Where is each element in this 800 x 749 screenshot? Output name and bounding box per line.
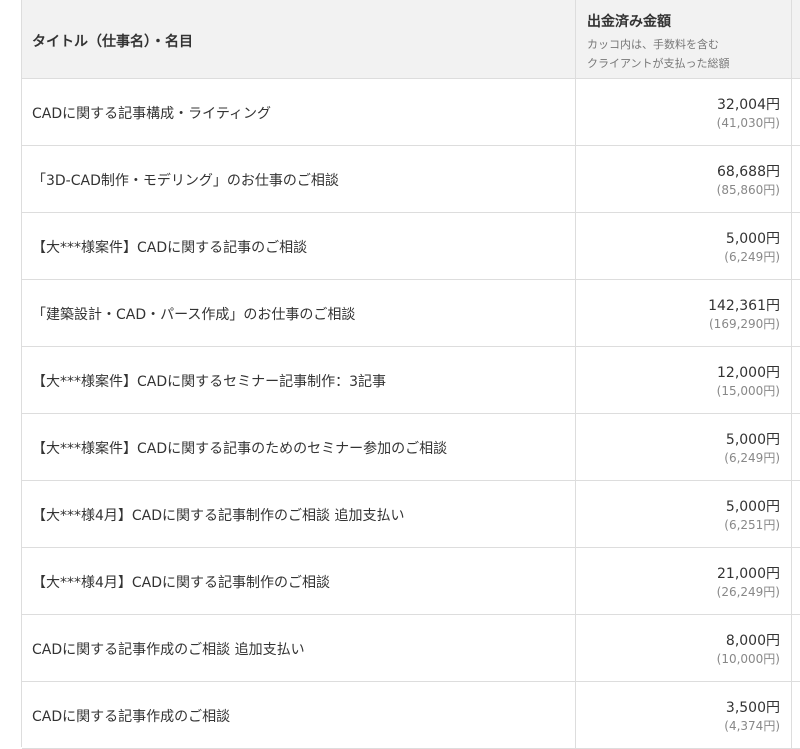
row-amount-cell: 142,361円 (169,290円): [576, 280, 792, 346]
row-total: (41,030円): [716, 116, 780, 130]
row-title[interactable]: 「建築設計・CAD・パース作成」のお仕事のご相談: [32, 304, 355, 324]
row-total: (6,249円): [724, 451, 780, 465]
row-amount-cell: 5,000円 (6,251円): [576, 481, 792, 547]
table-row: 【大***様4月】CADに関する記事制作のご相談 追加支払い 5,000円 (6,…: [22, 481, 800, 548]
row-title[interactable]: CADに関する記事作成のご相談: [32, 706, 230, 726]
row-total: (26,249円): [716, 585, 780, 599]
row-amount-cell: 5,000円 (6,249円): [576, 414, 792, 480]
row-total: (169,290円): [709, 317, 780, 331]
row-title[interactable]: 【大***様案件】CADに関するセミナー記事制作：3記事: [32, 371, 386, 391]
table-row: 【大***様4月】CADに関する記事制作のご相談 21,000円 (26,249円…: [22, 548, 800, 615]
row-title-cell: 【大***様案件】CADに関する記事のためのセミナー参加のご相談: [22, 414, 576, 480]
row-amount-cell: 5,000円 (6,249円): [576, 213, 792, 279]
row-title[interactable]: 【大***様4月】CADに関する記事制作のご相談 追加支払い: [32, 505, 405, 525]
row-total: (85,860円): [716, 183, 780, 197]
row-total: (10,000円): [716, 652, 780, 666]
row-amount-cell: 68,688円 (85,860円): [576, 146, 792, 212]
table-row: 【大***様案件】CADに関する記事のご相談 5,000円 (6,249円): [22, 213, 800, 280]
row-amount: 142,361円: [708, 298, 780, 314]
row-title[interactable]: CADに関する記事構成・ライティング: [32, 103, 271, 123]
table-row: 「3D-CAD制作・モデリング」のお仕事のご相談 68,688円 (85,860円…: [22, 146, 800, 213]
row-amount: 12,000円: [717, 365, 780, 381]
row-amount-cell: 8,000円 (10,000円): [576, 615, 792, 681]
row-title-cell: 【大***様4月】CADに関する記事制作のご相談 追加支払い: [22, 481, 576, 547]
table-row: CADに関する記事作成のご相談 追加支払い 8,000円 (10,000円): [22, 615, 800, 682]
header-amount-note: カッコ内は、手数料を含む: [587, 38, 719, 51]
row-title-cell: 【大***様4月】CADに関する記事制作のご相談: [22, 548, 576, 614]
header-amount-column: 出金済み金額 カッコ内は、手数料を含む クライアントが支払った総額: [576, 0, 792, 78]
row-amount: 21,000円: [717, 566, 780, 582]
row-title-cell: CADに関する記事作成のご相談: [22, 682, 576, 748]
row-title-cell: 【大***様案件】CADに関するセミナー記事制作：3記事: [22, 347, 576, 413]
row-amount: 5,000円: [725, 499, 780, 515]
row-total: (4,374円): [724, 719, 780, 733]
row-amount: 3,500円: [725, 700, 780, 716]
row-amount-cell: 32,004円 (41,030円): [576, 79, 792, 145]
header-title-column: タイトル（仕事名）・名目: [22, 0, 576, 78]
table-body: CADに関する記事構成・ライティング 32,004円 (41,030円) 「3D-…: [22, 79, 800, 749]
row-total: (15,000円): [716, 384, 780, 398]
row-title-cell: 【大***様案件】CADに関する記事のご相談: [22, 213, 576, 279]
row-title[interactable]: 【大***様案件】CADに関する記事のためのセミナー参加のご相談: [32, 438, 447, 458]
table-row: CADに関する記事作成のご相談 3,500円 (4,374円): [22, 682, 800, 749]
header-title-label: タイトル（仕事名）・名目: [32, 34, 193, 50]
row-title[interactable]: 【大***様4月】CADに関する記事制作のご相談: [32, 572, 330, 592]
table-row: CADに関する記事構成・ライティング 32,004円 (41,030円): [22, 79, 800, 146]
row-amount: 68,688円: [717, 164, 780, 180]
row-title-cell: 「建築設計・CAD・パース作成」のお仕事のご相談: [22, 280, 576, 346]
table-row: 「建築設計・CAD・パース作成」のお仕事のご相談 142,361円 (169,29…: [22, 280, 800, 347]
row-title-cell: CADに関する記事作成のご相談 追加支払い: [22, 615, 576, 681]
payments-table: タイトル（仕事名）・名目 出金済み金額 カッコ内は、手数料を含む クライアントが…: [21, 0, 800, 749]
row-amount: 5,000円: [725, 432, 780, 448]
row-amount: 5,000円: [725, 231, 780, 247]
row-total: (6,251円): [724, 518, 780, 532]
row-amount: 32,004円: [717, 97, 780, 113]
row-title-cell: 「3D-CAD制作・モデリング」のお仕事のご相談: [22, 146, 576, 212]
table-header: タイトル（仕事名）・名目 出金済み金額 カッコ内は、手数料を含む クライアントが…: [22, 0, 800, 79]
table-row: 【大***様案件】CADに関するセミナー記事制作：3記事 12,000円 (15,…: [22, 347, 800, 414]
table-row: 【大***様案件】CADに関する記事のためのセミナー参加のご相談 5,000円 (…: [22, 414, 800, 481]
row-amount-cell: 3,500円 (4,374円): [576, 682, 792, 748]
row-title-cell: CADに関する記事構成・ライティング: [22, 79, 576, 145]
row-amount-cell: 12,000円 (15,000円): [576, 347, 792, 413]
row-total: (6,249円): [724, 250, 780, 264]
row-amount-cell: 21,000円 (26,249円): [576, 548, 792, 614]
header-amount-note: クライアントが支払った総額: [587, 57, 730, 70]
row-title[interactable]: 「3D-CAD制作・モデリング」のお仕事のご相談: [32, 170, 339, 190]
row-title[interactable]: CADに関する記事作成のご相談 追加支払い: [32, 639, 305, 659]
row-amount: 8,000円: [725, 633, 780, 649]
row-title[interactable]: 【大***様案件】CADに関する記事のご相談: [32, 237, 307, 257]
header-amount-label: 出金済み金額: [587, 14, 671, 30]
